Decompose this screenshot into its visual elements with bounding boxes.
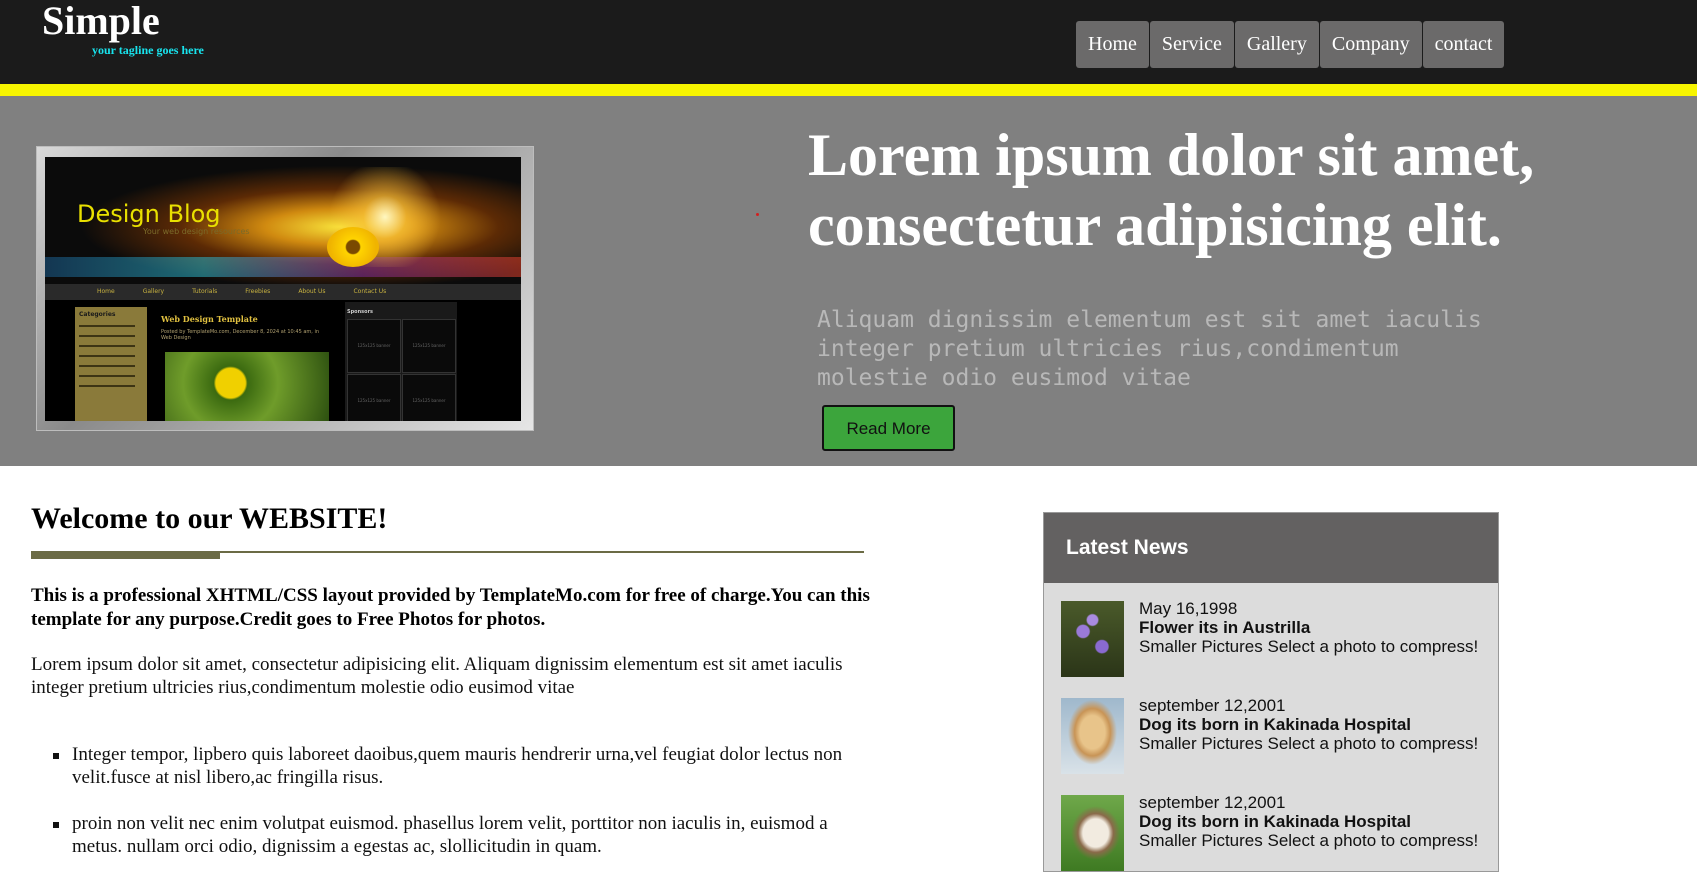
- site-tagline: your tagline goes here: [92, 43, 204, 57]
- screenshot-nav-item: Home: [97, 288, 115, 295]
- nav-gallery[interactable]: Gallery: [1234, 21, 1319, 68]
- news-date: May 16,1998: [1139, 599, 1238, 618]
- screenshot-title: Design Blog: [77, 200, 221, 228]
- screenshot-banner: 125x125 banner: [347, 374, 401, 421]
- stray-dot: [756, 213, 759, 216]
- news-description: Smaller Pictures Select a photo to compr…: [1139, 637, 1479, 656]
- news-item[interactable]: May 16,1998 Flower its in Austrilla Smal…: [1061, 599, 1481, 677]
- screenshot-sidebar-line: [79, 335, 135, 337]
- intro-text: This is a professional XHTML/CSS layout …: [31, 585, 870, 630]
- screenshot-sidebar-line: [79, 325, 135, 327]
- screenshot-sidebar-line: [79, 375, 135, 377]
- list-item-text: proin non velit nec enim volutpat euismo…: [72, 813, 828, 857]
- hero-banner: Design Blog Your web design resources Ho…: [0, 96, 1697, 466]
- latest-news-title: Latest News: [1044, 513, 1498, 583]
- screenshot-sidebar-title: Categories: [79, 311, 116, 318]
- news-thumbnail-flower[interactable]: [1061, 601, 1124, 677]
- news-date: september 12,2001: [1139, 696, 1286, 715]
- screenshot-sidebar-line: [79, 355, 135, 357]
- news-title[interactable]: Dog its born in Kakinada Hospital: [1139, 812, 1411, 832]
- news-title[interactable]: Dog its born in Kakinada Hospital: [1139, 715, 1411, 735]
- news-item[interactable]: september 12,2001 Dog its born in Kakina…: [1061, 793, 1481, 871]
- screenshot-banner: 125x125 banner: [402, 374, 456, 421]
- screenshot-nav-item: Contact Us: [353, 288, 387, 295]
- bullet-square-icon: [53, 753, 59, 759]
- hero-title: Lorem ipsum dolor sit amet, consectetur …: [808, 122, 1535, 258]
- news-description: Smaller Pictures Select a photo to compr…: [1139, 734, 1479, 753]
- news-date: september 12,2001: [1139, 793, 1286, 812]
- site-header: Simple your tagline goes here Home Servi…: [0, 0, 1697, 96]
- nav-home[interactable]: Home: [1076, 21, 1149, 68]
- screenshot-sidebar-line: [79, 385, 135, 387]
- hero-template-screenshot: Design Blog Your web design resources Ho…: [36, 146, 534, 431]
- hero-text: Aliquam dignissim elementum est sit amet…: [817, 307, 1482, 391]
- list-item: proin non velit nec enim volutpat euismo…: [31, 812, 871, 858]
- screenshot-subtitle: Your web design resources: [143, 227, 250, 236]
- nav-contact[interactable]: contact: [1422, 21, 1505, 68]
- screenshot-banner: 125x125 banner: [402, 319, 456, 373]
- news-item[interactable]: september 12,2001 Dog its born in Kakina…: [1061, 696, 1481, 774]
- list-item-text: Integer tempor, lipbero quis laboreet da…: [72, 744, 843, 788]
- screenshot-post-title: Web Design Template: [161, 314, 258, 324]
- bullet-square-icon: [53, 822, 59, 828]
- screenshot-nav-item: Tutorials: [192, 288, 218, 295]
- screenshot-sidebar-line: [79, 345, 135, 347]
- heading-divider-accent: [31, 553, 220, 559]
- body-paragraph: Lorem ipsum dolor sit amet, consectetur …: [31, 654, 843, 698]
- list-item: Integer tempor, lipbero quis laboreet da…: [31, 743, 871, 789]
- screenshot-banner: 125x125 banner: [347, 319, 401, 373]
- main-nav: Home Service Gallery Company contact: [1076, 21, 1505, 68]
- bullet-list: Integer tempor, lipbero quis laboreet da…: [31, 743, 871, 881]
- screenshot-nav-item: About Us: [298, 288, 326, 295]
- screenshot-sponsors-title: Sponsors: [347, 309, 374, 315]
- site-logo[interactable]: Simple: [42, 0, 160, 44]
- screenshot-nav-item: Gallery: [142, 288, 165, 295]
- news-title[interactable]: Flower its in Austrilla: [1139, 618, 1310, 638]
- nav-company[interactable]: Company: [1319, 21, 1422, 68]
- read-more-button[interactable]: Read More: [822, 405, 955, 451]
- news-description: Smaller Pictures Select a photo to compr…: [1139, 831, 1479, 850]
- screenshot-nav: Home Gallery Tutorials Freebies About Us…: [45, 284, 521, 300]
- welcome-heading: Welcome to our WEBSITE!: [31, 502, 388, 535]
- news-thumbnail-dog[interactable]: [1061, 698, 1124, 774]
- screenshot-sidebar-line: [79, 365, 135, 367]
- latest-news-panel: Latest News May 16,1998 Flower its in Au…: [1043, 512, 1499, 872]
- nav-service[interactable]: Service: [1149, 21, 1234, 68]
- screenshot-nav-item: Freebies: [245, 288, 271, 295]
- screenshot-image: Design Blog Your web design resources Ho…: [45, 157, 521, 421]
- screenshot-post-meta: Posted by TemplateMo.com, December 8, 20…: [161, 329, 320, 341]
- news-thumbnail-cat[interactable]: [1061, 795, 1124, 871]
- screenshot-flower: [327, 227, 379, 267]
- screenshot-post-photo: [165, 352, 329, 421]
